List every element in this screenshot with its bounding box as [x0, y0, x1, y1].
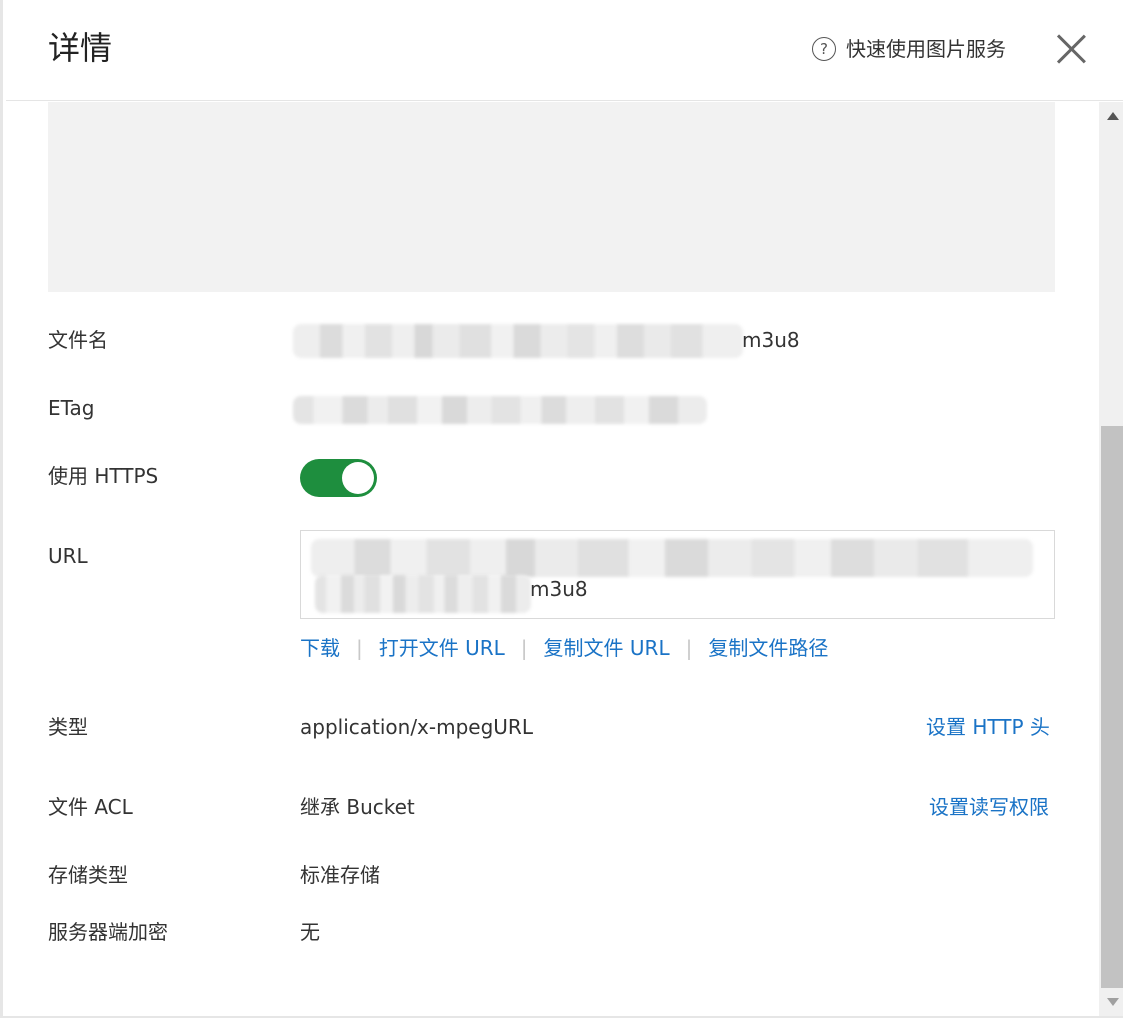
copy-url-link[interactable]: 复制文件 URL: [544, 634, 670, 662]
open-url-link[interactable]: 打开文件 URL: [379, 634, 505, 662]
set-acl-link[interactable]: 设置读写权限: [929, 793, 1049, 821]
url-actions: 下载 | 打开文件 URL | 复制文件 URL | 复制文件路径: [300, 634, 828, 662]
encryption-label: 服务器端加密: [48, 920, 168, 944]
question-circle-icon: ?: [812, 37, 836, 61]
panel-title: 详情: [48, 29, 113, 67]
https-label: 使用 HTTPS: [48, 464, 159, 488]
filename-redacted: [293, 324, 743, 358]
storage-value: 标准存储: [300, 863, 380, 887]
help-link-label: 快速使用图片服务: [846, 37, 1006, 61]
action-separator: |: [685, 636, 693, 660]
detail-panel: 详情 ? 快速使用图片服务 文件名 m3u8 ETag 使用 HTTPS URL…: [0, 0, 1123, 1018]
acl-value: 继承 Bucket: [300, 795, 415, 819]
copy-path-link[interactable]: 复制文件路径: [708, 634, 828, 662]
etag-label: ETag: [48, 396, 95, 420]
type-value: application/x-mpegURL: [300, 715, 533, 739]
scroll-down-arrow-icon[interactable]: [1107, 998, 1119, 1006]
filename-label: 文件名: [48, 328, 108, 352]
https-toggle[interactable]: [300, 459, 377, 497]
type-label: 类型: [48, 715, 88, 739]
scroll-up-arrow-icon[interactable]: [1107, 112, 1119, 120]
scrollbar[interactable]: [1099, 102, 1123, 1016]
file-preview: [48, 102, 1055, 292]
url-line2-redacted: [315, 575, 531, 613]
action-separator: |: [356, 636, 363, 660]
help-link[interactable]: ? 快速使用图片服务: [812, 36, 1006, 62]
url-label: URL: [48, 544, 88, 568]
set-http-header-link[interactable]: 设置 HTTP 头: [926, 713, 1050, 741]
download-link[interactable]: 下载: [300, 634, 340, 662]
toggle-knob: [342, 462, 374, 494]
encryption-value: 无: [300, 920, 320, 944]
action-separator: |: [520, 636, 528, 660]
acl-label: 文件 ACL: [48, 795, 133, 819]
panel-header: 详情 ? 快速使用图片服务: [6, 0, 1123, 101]
scroll-thumb[interactable]: [1101, 426, 1123, 988]
url-field[interactable]: m3u8: [300, 530, 1055, 619]
filename-suffix: m3u8: [742, 328, 800, 352]
close-icon[interactable]: [1056, 34, 1086, 64]
storage-label: 存储类型: [48, 863, 128, 887]
etag-redacted: [293, 396, 707, 424]
url-suffix: m3u8: [530, 577, 588, 601]
url-line1-redacted: [311, 539, 1033, 577]
